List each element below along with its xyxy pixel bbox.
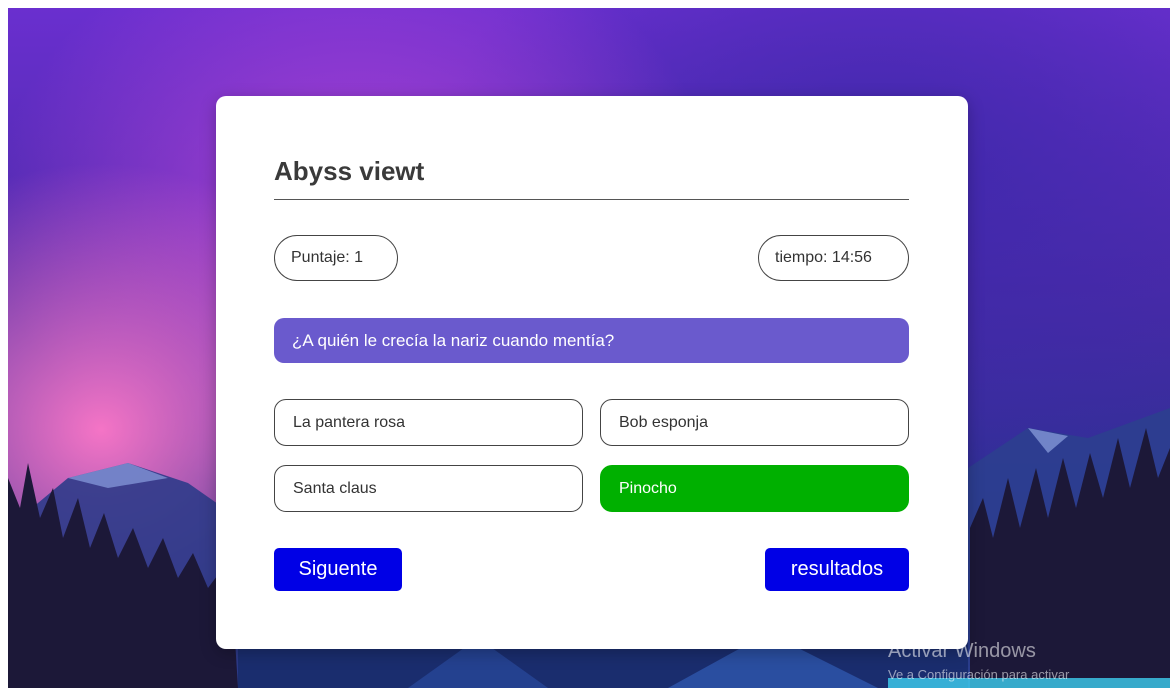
question-text: ¿A quién le crecía la nariz cuando mentí… <box>274 318 909 363</box>
quiz-title: Abyss viewt <box>274 156 909 200</box>
results-button[interactable]: resultados <box>765 548 909 591</box>
answer-option[interactable]: Santa claus <box>274 465 583 512</box>
quiz-card: Abyss viewt Puntaje: 1 tiempo: 14:56 ¿A … <box>216 96 968 649</box>
score-badge: Puntaje: 1 <box>274 235 398 281</box>
answer-option[interactable]: La pantera rosa <box>274 399 583 446</box>
timer-badge: tiempo: 14:56 <box>758 235 909 281</box>
next-button[interactable]: Siguente <box>274 548 402 591</box>
activate-windows-watermark: Activar Windows Ve a Configuración para … <box>888 640 1069 682</box>
watermark-title: Activar Windows <box>888 640 1036 662</box>
answer-option[interactable]: Bob esponja <box>600 399 909 446</box>
watermark-subtitle: Ve a Configuración para activar <box>888 667 1070 682</box>
answer-option-correct[interactable]: Pinocho <box>600 465 909 512</box>
